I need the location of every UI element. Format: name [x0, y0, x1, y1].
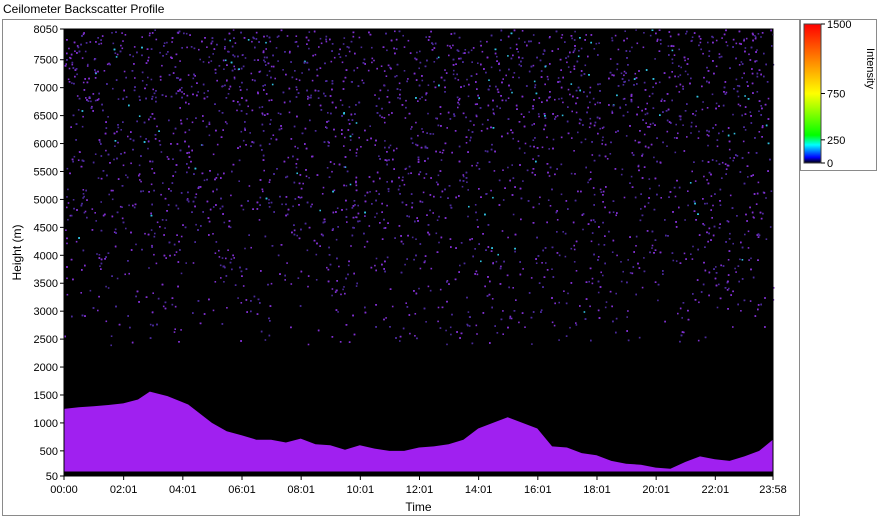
y-axis-title: Height (m) [10, 224, 24, 280]
x-tick-label: 06:01 [228, 484, 256, 496]
x-tick-label: 14:01 [465, 484, 493, 496]
x-tick-label: 10:01 [347, 484, 375, 496]
colorbar-legend: 0 250 750 1500 Intensity [800, 19, 877, 171]
y-tick-label: 5000 [34, 194, 58, 206]
y-tick-label: 4000 [34, 250, 58, 262]
colorbar-tick-label: 250 [827, 135, 845, 147]
x-tick-label: 04:01 [169, 484, 197, 496]
colorbar-tick-label: 0 [827, 158, 833, 170]
y-tick-label: 3500 [34, 278, 58, 290]
window-title: Ceilometer Backscatter Profile [3, 2, 164, 16]
y-tick-label: 4500 [34, 222, 58, 234]
x-tick-label: 12:01 [406, 484, 434, 496]
colorbar-tick-label: 750 [827, 89, 845, 101]
colorbar-tick-label: 1500 [827, 20, 851, 31]
x-tick-label: 02:01 [110, 484, 138, 496]
y-tick-label: 1000 [34, 418, 58, 430]
y-tick-label: 6000 [34, 139, 58, 151]
y-tick-label: 7500 [34, 55, 58, 67]
y-tick-label: 8050 [34, 24, 58, 36]
y-tick-label: 500 [40, 446, 58, 458]
y-tick-label: 6500 [34, 111, 58, 123]
y-tick-label: 50 [46, 471, 58, 483]
x-tick-label: 18:01 [583, 484, 611, 496]
y-tick-label: 1500 [34, 390, 58, 402]
y-tick-label: 2000 [34, 362, 58, 374]
colorbar-label: Intensity [864, 48, 876, 89]
x-tick-label: 08:01 [287, 484, 315, 496]
x-tick-label: 00:00 [50, 484, 78, 496]
colorbar-gradient [804, 24, 821, 163]
y-tick-label: 3000 [34, 306, 58, 318]
x-tick-label: 22:01 [702, 484, 730, 496]
x-tick-label: 16:01 [524, 484, 552, 496]
y-tick-label: 2500 [34, 334, 58, 346]
colorbar: 0 250 750 1500 Intensity [801, 20, 876, 170]
x-axis-title: Time [405, 500, 432, 514]
chart-frame: 50 500 1000 1500 2000 2500 3000 3500 4000 4500 500… [2, 19, 800, 516]
y-tick-label: 7000 [34, 83, 58, 95]
ground-band [64, 472, 773, 476]
y-tick-label: 5500 [34, 166, 58, 178]
x-tick-label: 23:58 [759, 484, 787, 496]
x-tick-label: 20:01 [642, 484, 670, 496]
backscatter-heatmap: 50 500 1000 1500 2000 2500 3000 3500 4000 4500 500… [3, 20, 799, 515]
